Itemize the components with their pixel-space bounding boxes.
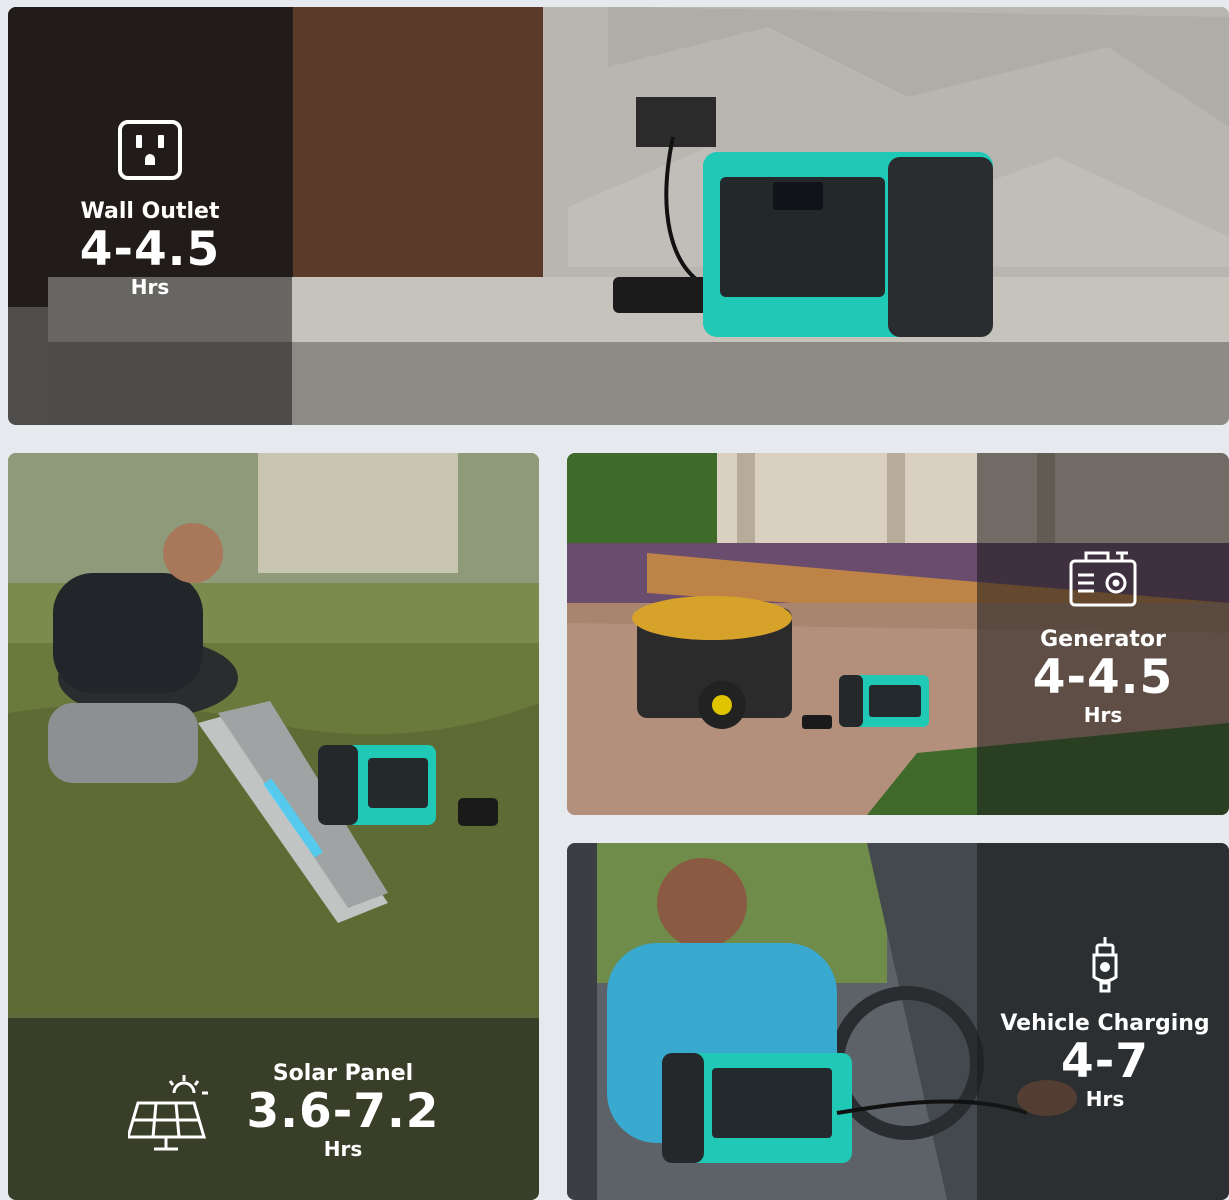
solar-panel-unit: Hrs (323, 1136, 363, 1161)
wall-outlet-time: 4-4.5 (79, 222, 221, 278)
wall-outlet-caption: Wall Outlet 4-4.5 Hrs (50, 119, 250, 299)
vehicle-charging-time: 4-7 (1061, 1034, 1149, 1090)
vehicle-charging-caption: Vehicle Charging 4-7 Hrs (985, 935, 1225, 1111)
generator-panel: Generator 4-4.5 Hrs (567, 453, 1229, 815)
solar-panel-panel: Solar Panel 3.6-7.2 Hrs (8, 453, 539, 1200)
wall-outlet-panel: Wall Outlet 4-4.5 Hrs (8, 7, 1229, 425)
vehicle-charging-unit: Hrs (1085, 1086, 1125, 1111)
outlet-icon (118, 120, 182, 180)
wall-outlet-unit: Hrs (130, 274, 170, 299)
generator-caption: Generator 4-4.5 Hrs (1003, 549, 1203, 727)
solar-panel-time: 3.6-7.2 (246, 1084, 440, 1140)
car-charger-icon (1092, 937, 1118, 993)
vehicle-charging-panel: Vehicle Charging 4-7 Hrs (567, 843, 1229, 1200)
solar-panel-icon (128, 1075, 208, 1151)
generator-icon (1069, 551, 1137, 607)
generator-time: 4-4.5 (1032, 650, 1174, 706)
generator-unit: Hrs (1083, 702, 1123, 727)
solar-panel-caption: Solar Panel 3.6-7.2 Hrs (128, 1061, 458, 1181)
